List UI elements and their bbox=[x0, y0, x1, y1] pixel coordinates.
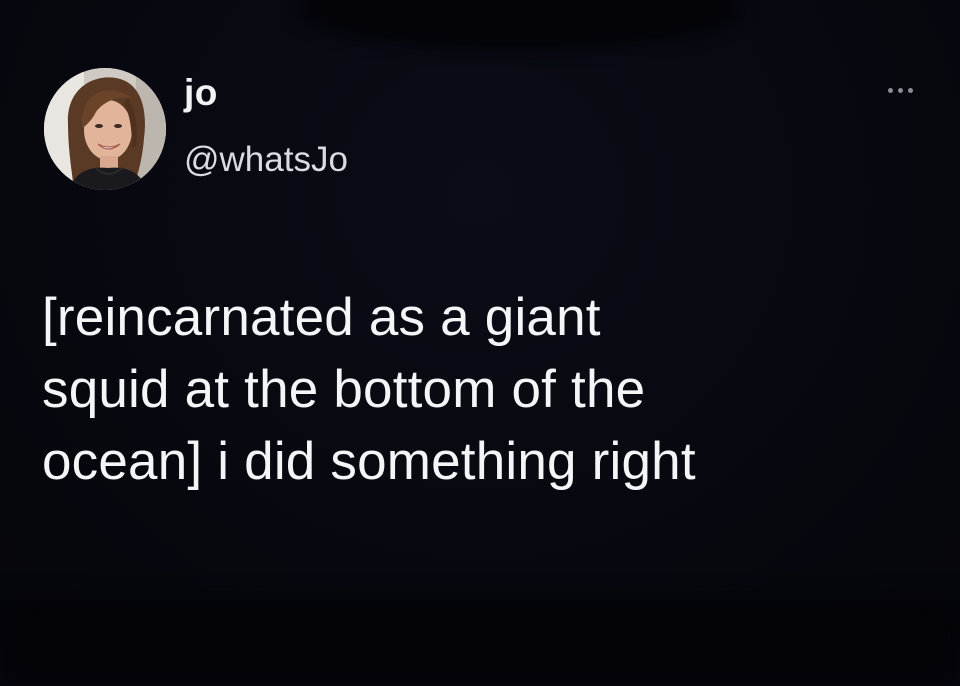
bottom-shadow bbox=[0, 596, 960, 686]
dot bbox=[887, 87, 893, 93]
tweet-line: squid at the bottom of the bbox=[42, 360, 646, 419]
avatar-image bbox=[44, 68, 166, 190]
more-options-icon[interactable] bbox=[880, 80, 920, 100]
tweet-line: [reincarnated as a giant bbox=[42, 288, 601, 347]
top-shadow bbox=[300, 0, 740, 50]
tweet-screenshot: jo @whatsJo [reincarnated as a giant squ… bbox=[0, 0, 960, 686]
user-handle[interactable]: @whatsJo bbox=[184, 142, 348, 177]
dot bbox=[907, 87, 913, 93]
tweet-text: [reincarnated as a giant squid at the bo… bbox=[42, 282, 942, 498]
avatar[interactable] bbox=[44, 68, 166, 190]
display-name[interactable]: jo bbox=[184, 74, 218, 111]
dot bbox=[897, 87, 903, 93]
tweet-line: ocean] i did something right bbox=[42, 432, 696, 491]
